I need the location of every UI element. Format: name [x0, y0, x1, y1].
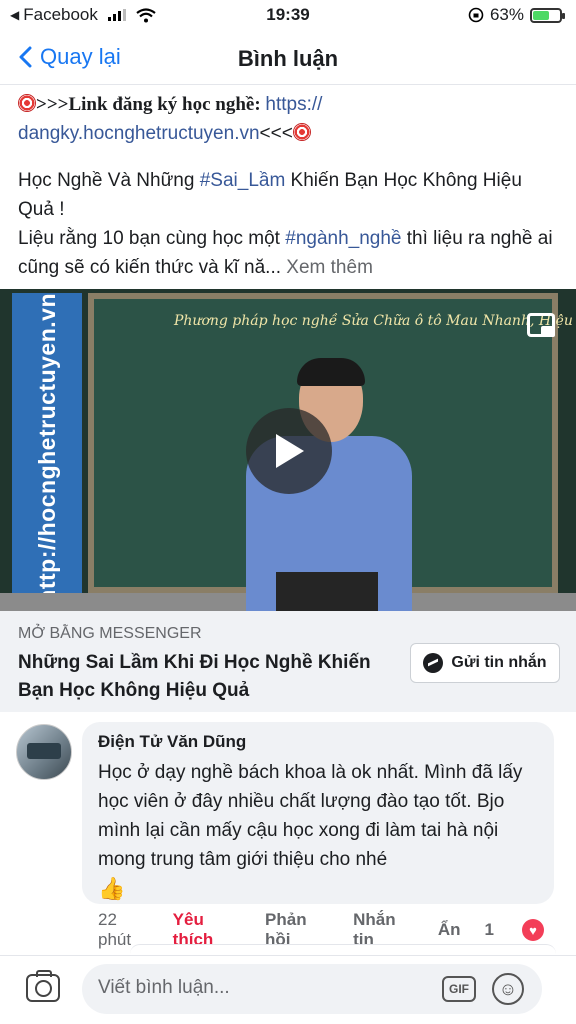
- play-icon: [276, 434, 304, 468]
- heart-icon: ♥: [522, 919, 544, 941]
- battery-percent: 63%: [489, 5, 524, 24]
- gif-icon[interactable]: GIF: [442, 976, 476, 1002]
- target-emoji-icon: [18, 94, 36, 112]
- nav-bar: Quay lại Bình luận: [0, 36, 576, 82]
- see-more-link[interactable]: Xem thêm: [281, 257, 373, 278]
- card-eyebrow: MỞ BẰNG MESSENGER: [18, 625, 202, 642]
- messenger-icon: [423, 653, 444, 673]
- card-headline: Những Sai Lầm Khi Đi Học Nghề Khiến Bạn …: [18, 652, 371, 701]
- hashtag-sai-lam[interactable]: #Sai_Lầm: [200, 170, 286, 191]
- link-suffix: <<<: [259, 123, 293, 144]
- send-message-button[interactable]: Gửi tin nhắn: [410, 643, 560, 683]
- reaction-count: 1: [484, 920, 494, 939]
- comment-composer: Viết bình luận... GIF ☺: [0, 955, 576, 1024]
- status-right: 63%: [468, 5, 565, 25]
- presenter-hair: [297, 358, 365, 386]
- send-message-label: Gửi tin nhắn: [451, 654, 547, 671]
- thumbs-up-emoji: 👍: [98, 876, 126, 901]
- picture-in-picture-icon[interactable]: [527, 313, 555, 337]
- orientation-lock-icon: [468, 7, 484, 23]
- registration-link-line: >>>Link đăng ký học nghề: https:// dangk…: [18, 90, 563, 148]
- emoji-icon[interactable]: ☺: [492, 973, 524, 1005]
- post-line2-a: Liệu rằng 10 bạn cùng học một: [18, 228, 286, 249]
- play-button[interactable]: [246, 408, 332, 494]
- camera-icon[interactable]: [26, 970, 60, 1002]
- presenter-pants: [276, 572, 378, 612]
- post-line1-a: Học Nghề Và Những: [18, 170, 200, 191]
- nav-divider: [0, 84, 576, 85]
- link-prefix: >>>Link đăng ký học nghề:: [36, 94, 266, 115]
- battery-icon: [530, 7, 565, 23]
- registration-link-a[interactable]: https://: [265, 94, 322, 115]
- comment-text: Học ở dạy nghề bách khoa là ok nhất. Mìn…: [98, 758, 538, 905]
- post-text: Học Nghề Và Những #Sai_Lầm Khiến Bạn Học…: [18, 166, 563, 282]
- website-banner: http://hocnghetructuyen.vn: [12, 293, 82, 603]
- reply-preview-edge: [130, 944, 556, 954]
- comment-bubble[interactable]: Điện Tử Văn Dũng Học ở dạy nghề bách kho…: [82, 722, 554, 904]
- post-body: >>>Link đăng ký học nghề: https:// dangk…: [18, 90, 563, 282]
- comment-author[interactable]: Điện Tử Văn Dũng: [98, 732, 538, 752]
- hide-button[interactable]: Ẩn: [438, 920, 461, 940]
- page-title: Bình luận: [237, 46, 339, 71]
- target-emoji-icon: [292, 123, 311, 141]
- banner-text: http://hocnghetructuyen.vn: [33, 292, 60, 604]
- status-bar: ◀ Facebook 19:39 63%: [0, 0, 576, 30]
- hashtag-nganh-nghe[interactable]: #ngành_nghề: [285, 228, 401, 249]
- registration-link-b[interactable]: dangky.hocnghetructuyen.vn: [18, 123, 260, 144]
- messenger-card[interactable]: MỞ BẰNG MESSENGER Những Sai Lầm Khi Đi H…: [0, 611, 576, 712]
- avatar[interactable]: [16, 724, 72, 780]
- comment-input[interactable]: Viết bình luận... GIF ☺: [82, 964, 542, 1014]
- comment-body: Học ở dạy nghề bách khoa là ok nhất. Mìn…: [98, 762, 523, 870]
- chalkboard-writing: Phương pháp học nghề Sửa Chữa ô tô Mau N…: [174, 313, 576, 329]
- comment-placeholder: Viết bình luận...: [98, 977, 230, 998]
- reaction-summary[interactable]: 1 ♥: [485, 919, 568, 941]
